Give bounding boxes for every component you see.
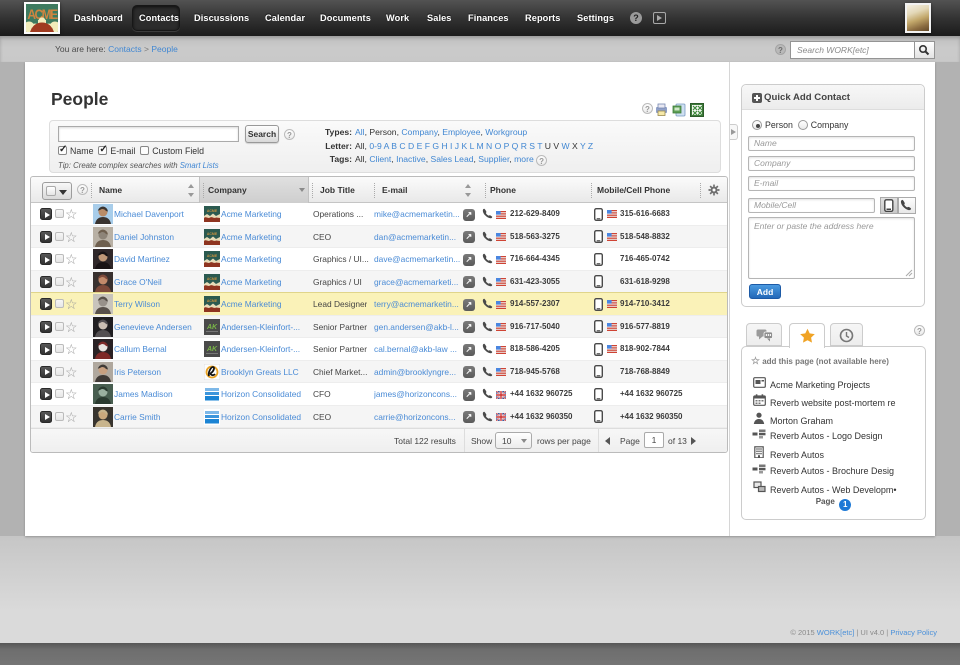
svg-text:AK: AK bbox=[206, 324, 218, 331]
svg-text:AK: AK bbox=[206, 346, 218, 353]
svg-text:ACME: ACME bbox=[207, 209, 218, 213]
svg-text:ACME: ACME bbox=[207, 254, 218, 258]
svg-text:ACME: ACME bbox=[207, 232, 218, 236]
svg-text:ACME: ACME bbox=[207, 277, 218, 281]
svg-text:ACME: ACME bbox=[207, 299, 218, 303]
